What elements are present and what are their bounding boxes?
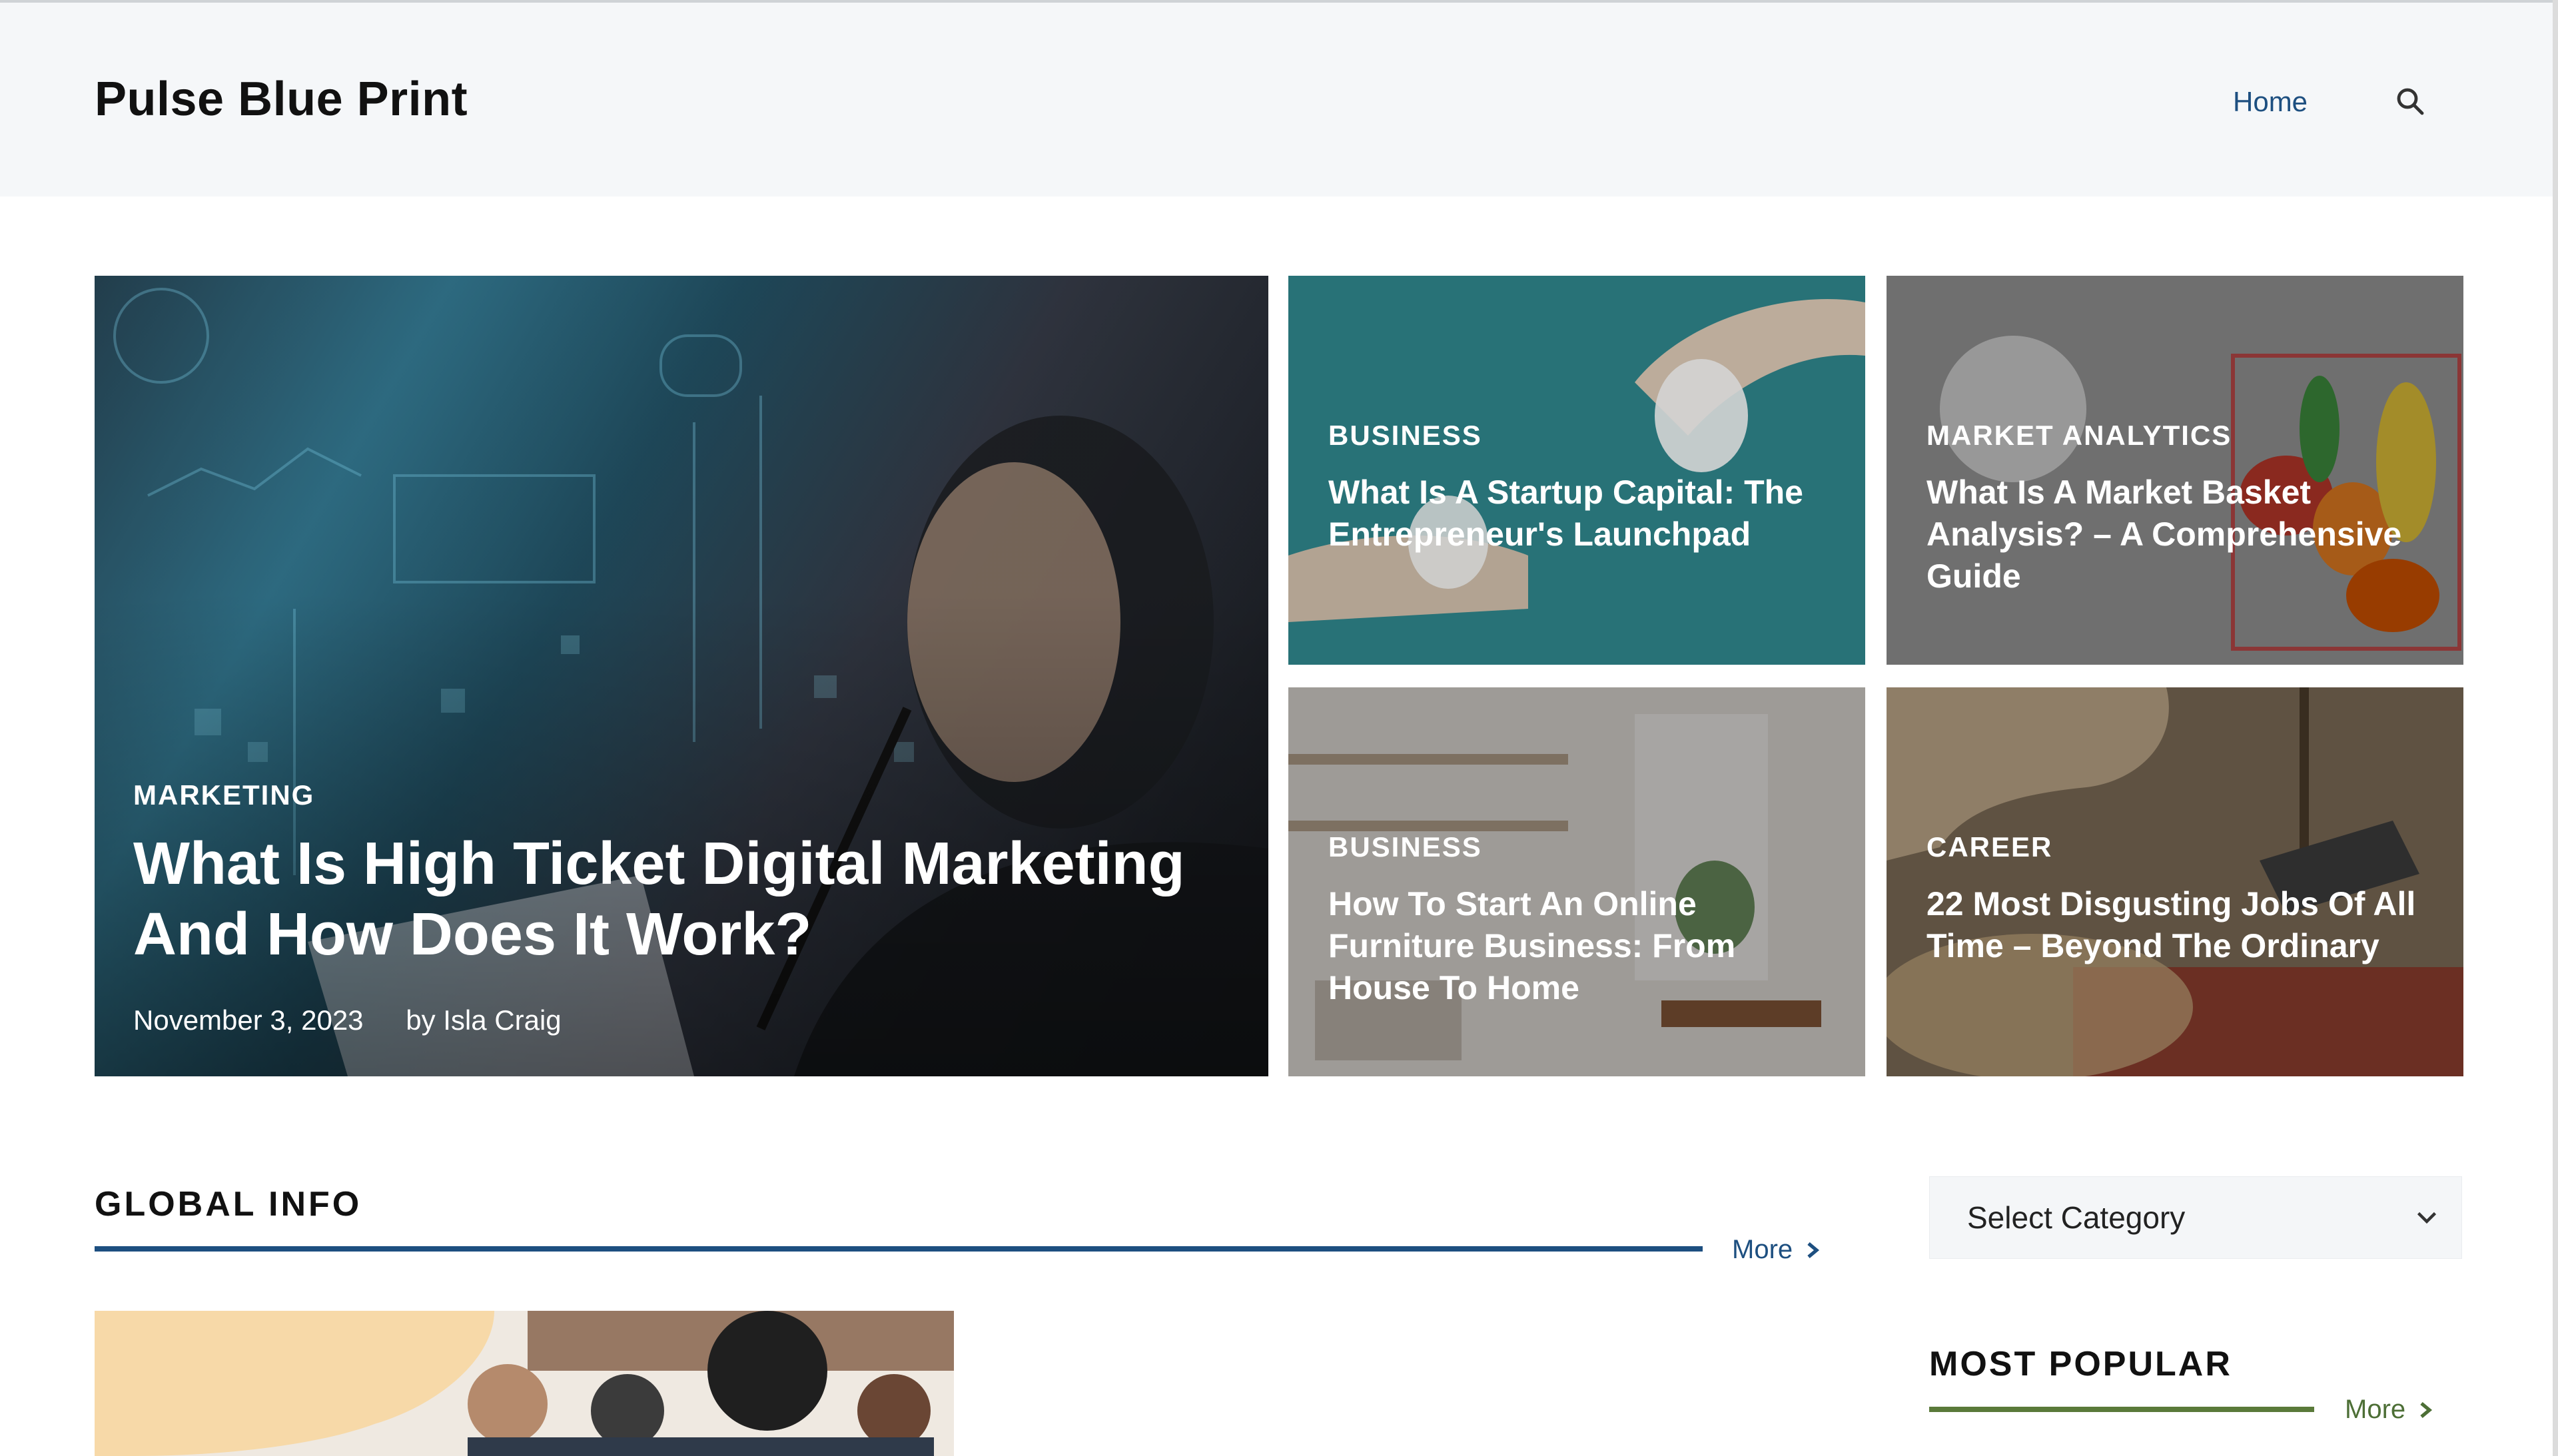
global-info-more-link[interactable]: More (1732, 1235, 1821, 1265)
global-info-title: GLOBAL INFO (95, 1185, 362, 1224)
thumbnail-image (95, 1311, 954, 1456)
category-label[interactable]: BUSINESS (1328, 831, 1825, 863)
category-label[interactable]: MARKET ANALYTICS (1926, 420, 2423, 452)
most-popular-more-link[interactable]: More (2345, 1395, 2433, 1425)
hero-card-title[interactable]: How To Start An Online Furniture Busines… (1328, 883, 1825, 1009)
hero-main-title[interactable]: What Is High Ticket Digital Marketing An… (133, 829, 1202, 970)
hero-main-card[interactable]: MARKETING What Is High Ticket Digital Ma… (95, 276, 1268, 1076)
site-title[interactable]: Pulse Blue Print (95, 72, 468, 127)
hero-main-content: MARKETING What Is High Ticket Digital Ma… (133, 779, 1202, 1036)
post-author[interactable]: by Isla Craig (406, 1004, 561, 1036)
hero-card-content: MARKET ANALYTICS What Is A Market Basket… (1926, 420, 2423, 597)
more-label: More (1732, 1235, 1793, 1264)
hero-card-market-basket[interactable]: MARKET ANALYTICS What Is A Market Basket… (1887, 276, 2463, 665)
hero-card-title[interactable]: What Is A Startup Capital: The Entrepren… (1328, 472, 1825, 555)
window-edge (2553, 0, 2558, 1456)
chevron-right-icon (1807, 1242, 1820, 1258)
hero-card-content: CAREER 22 Most Disgusting Jobs Of All Ti… (1926, 831, 2423, 967)
category-label[interactable]: MARKETING (133, 779, 1202, 811)
post-meta: November 3, 2023 by Isla Craig (133, 1004, 1202, 1036)
most-popular-divider (1929, 1407, 2314, 1412)
hero-card-furniture-business[interactable]: BUSINESS How To Start An Online Furnitur… (1288, 687, 1865, 1076)
post-date: November 3, 2023 (133, 1004, 364, 1036)
global-info-thumbnail[interactable] (95, 1311, 954, 1456)
chevron-right-icon (2420, 1401, 2433, 1418)
category-label[interactable]: BUSINESS (1328, 420, 1825, 452)
site-header: Pulse Blue Print Home (0, 0, 2558, 196)
category-select-wrapper: Select Category (1929, 1176, 2462, 1259)
more-label: More (2345, 1395, 2406, 1424)
nav-home-link[interactable]: Home (2233, 86, 2308, 118)
hero-card-content: BUSINESS How To Start An Online Furnitur… (1328, 831, 1825, 1009)
search-button[interactable] (2390, 81, 2430, 121)
hero-card-disgusting-jobs[interactable]: CAREER 22 Most Disgusting Jobs Of All Ti… (1887, 687, 2463, 1076)
search-icon (2397, 88, 2424, 115)
global-info-divider (95, 1246, 1703, 1252)
hero-card-title[interactable]: 22 Most Disgusting Jobs Of All Time – Be… (1926, 883, 2423, 967)
hero-card-title[interactable]: What Is A Market Basket Analysis? – A Co… (1926, 472, 2423, 597)
most-popular-title: MOST POPULAR (1929, 1345, 2232, 1383)
category-label[interactable]: CAREER (1926, 831, 2423, 863)
category-select[interactable]: Select Category (1930, 1177, 2461, 1258)
hero-card-startup-capital[interactable]: BUSINESS What Is A Startup Capital: The … (1288, 276, 1865, 665)
hero-card-content: BUSINESS What Is A Startup Capital: The … (1328, 420, 1825, 555)
